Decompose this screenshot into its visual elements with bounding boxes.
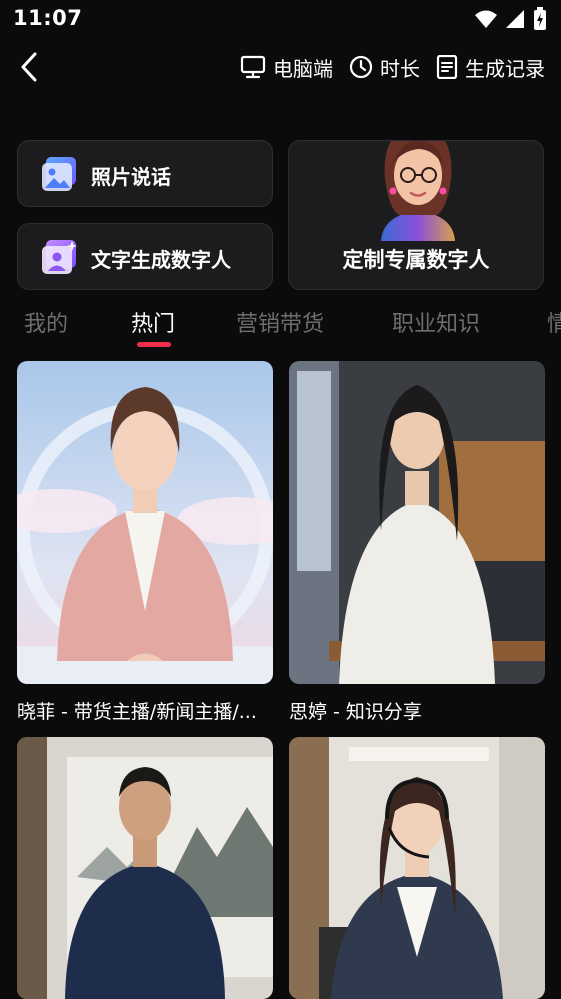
chevron-left-icon — [21, 52, 37, 82]
status-icons — [475, 7, 547, 31]
custom-avatar-illustration — [381, 141, 455, 241]
photo-talk-label: 照片说话 — [91, 165, 171, 189]
history-button[interactable]: 生成记录 — [436, 53, 545, 82]
signal-icon — [506, 10, 524, 28]
tab-career-knowledge[interactable]: 职业知识 — [392, 306, 480, 338]
photo-talk-card[interactable]: 照片说话 — [17, 140, 273, 207]
avatar-thumbnail-3 — [17, 737, 273, 999]
document-list-icon — [436, 55, 458, 79]
status-time: 11:07 — [13, 6, 83, 30]
battery-icon — [534, 7, 546, 30]
status-bar: 11:07 — [0, 0, 561, 38]
desktop-button[interactable]: 电脑端 — [240, 53, 333, 82]
clock-icon — [349, 55, 373, 79]
avatar-card-3[interactable] — [17, 737, 273, 999]
back-button[interactable] — [14, 50, 44, 84]
avatar-caption-siting: 思婷 - 知识分享 — [289, 701, 422, 723]
category-tabs: 我的 热门 营销带货 职业知识 情 — [0, 300, 561, 350]
tab-more[interactable]: 情 — [547, 306, 561, 338]
avatar-card-4[interactable] — [289, 737, 545, 999]
avatar-caption-xiaofei: 晓菲 - 带货主播/新闻主播/... — [17, 701, 257, 723]
tab-marketing[interactable]: 营销带货 — [236, 306, 324, 338]
desktop-label: 电脑端 — [273, 56, 333, 81]
photo-talk-icon — [42, 157, 76, 191]
custom-avatar-label: 定制专属数字人 — [342, 248, 490, 272]
history-label: 生成记录 — [465, 56, 545, 81]
monitor-icon — [240, 55, 266, 79]
duration-label: 时长 — [380, 56, 420, 81]
avatar-thumbnail-xiaofei — [17, 361, 273, 684]
avatar-card-xiaofei[interactable] — [17, 361, 273, 684]
wifi-icon — [475, 10, 497, 28]
avatar-thumbnail-siting — [289, 361, 545, 684]
text-to-avatar-card[interactable]: 文字生成数字人 — [17, 223, 273, 290]
text-avatar-icon — [42, 240, 77, 274]
tab-popular[interactable]: 热门 — [131, 306, 175, 338]
nav-actions: 电脑端 时长 生成记录 — [240, 50, 545, 84]
text-avatar-label: 文字生成数字人 — [91, 248, 231, 272]
avatar-card-siting[interactable] — [289, 361, 545, 684]
duration-button[interactable]: 时长 — [349, 53, 420, 82]
active-tab-indicator — [137, 342, 171, 347]
tab-mine[interactable]: 我的 — [24, 306, 68, 338]
custom-avatar-card[interactable]: 定制专属数字人 — [288, 140, 544, 290]
top-nav: 电脑端 时长 生成记录 — [0, 44, 561, 90]
avatar-thumbnail-4 — [289, 737, 545, 999]
